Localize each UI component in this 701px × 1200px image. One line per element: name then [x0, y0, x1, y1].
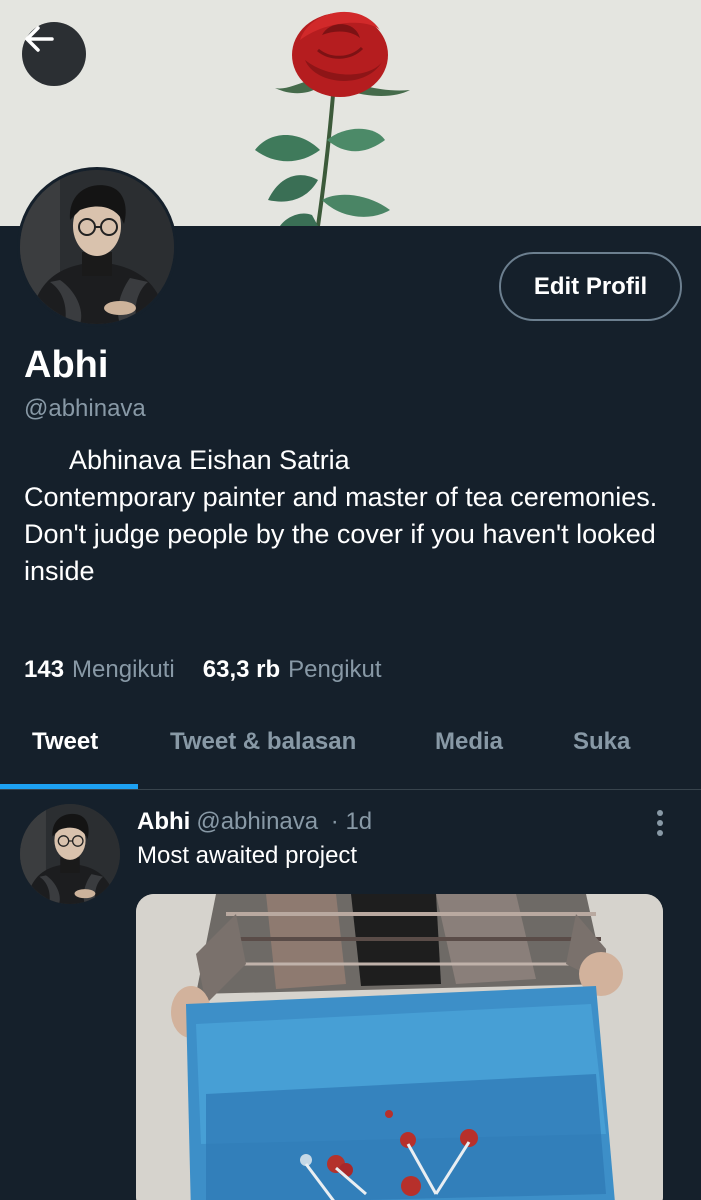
more-vertical-icon: [657, 810, 663, 836]
profile-avatar[interactable]: [17, 167, 177, 327]
profile-page: Edit Profil Abhi @abhinava Abhinava Eish…: [0, 0, 701, 1200]
tweet-more-button[interactable]: [648, 808, 672, 840]
tabs-divider: [0, 789, 701, 790]
profile-tabs: Tweet Tweet & balasan Media Suka: [0, 712, 701, 790]
avatar-photo: [20, 170, 174, 324]
tweet-text: Most awaited project: [137, 842, 358, 869]
following-count: 143: [24, 656, 65, 683]
tweet-author-name[interactable]: Abhi: [137, 808, 190, 835]
tweet-avatar[interactable]: [20, 804, 120, 904]
tab-media[interactable]: Media: [435, 712, 503, 772]
tweet-header: Abhi @abhinava · 1d: [137, 808, 372, 836]
tab-tweet[interactable]: Tweet: [32, 712, 98, 772]
followers-count: 63,3 rb: [202, 656, 281, 683]
arrow-left-icon: [25, 26, 54, 52]
followers-stat[interactable]: 63,3 rb Pengikut: [203, 656, 382, 684]
profile-handle: @abhinava: [24, 395, 146, 422]
profile-name: Abhi: [24, 344, 109, 386]
edit-profile-button[interactable]: Edit Profil: [499, 252, 682, 321]
tweet-media-image[interactable]: [136, 894, 663, 1200]
following-stat[interactable]: 143 Mengikuti: [24, 656, 175, 684]
back-button[interactable]: [22, 22, 86, 86]
following-label: Mengikuti: [72, 656, 175, 683]
tweet-author-handle: @abhinava: [196, 808, 319, 835]
tab-tweet-replies[interactable]: Tweet & balasan: [170, 712, 356, 772]
profile-bio: Abhinava Eishan Satria Contemporary pain…: [24, 445, 658, 586]
tab-likes[interactable]: Suka: [573, 712, 630, 772]
profile-stats: 143 Mengikuti 63,3 rb Pengikut: [24, 656, 382, 684]
painting-photo: [136, 894, 663, 1200]
avatar-photo-small: [20, 804, 120, 904]
tweet-time: · 1d: [330, 808, 373, 835]
followers-label: Pengikut: [288, 656, 382, 683]
